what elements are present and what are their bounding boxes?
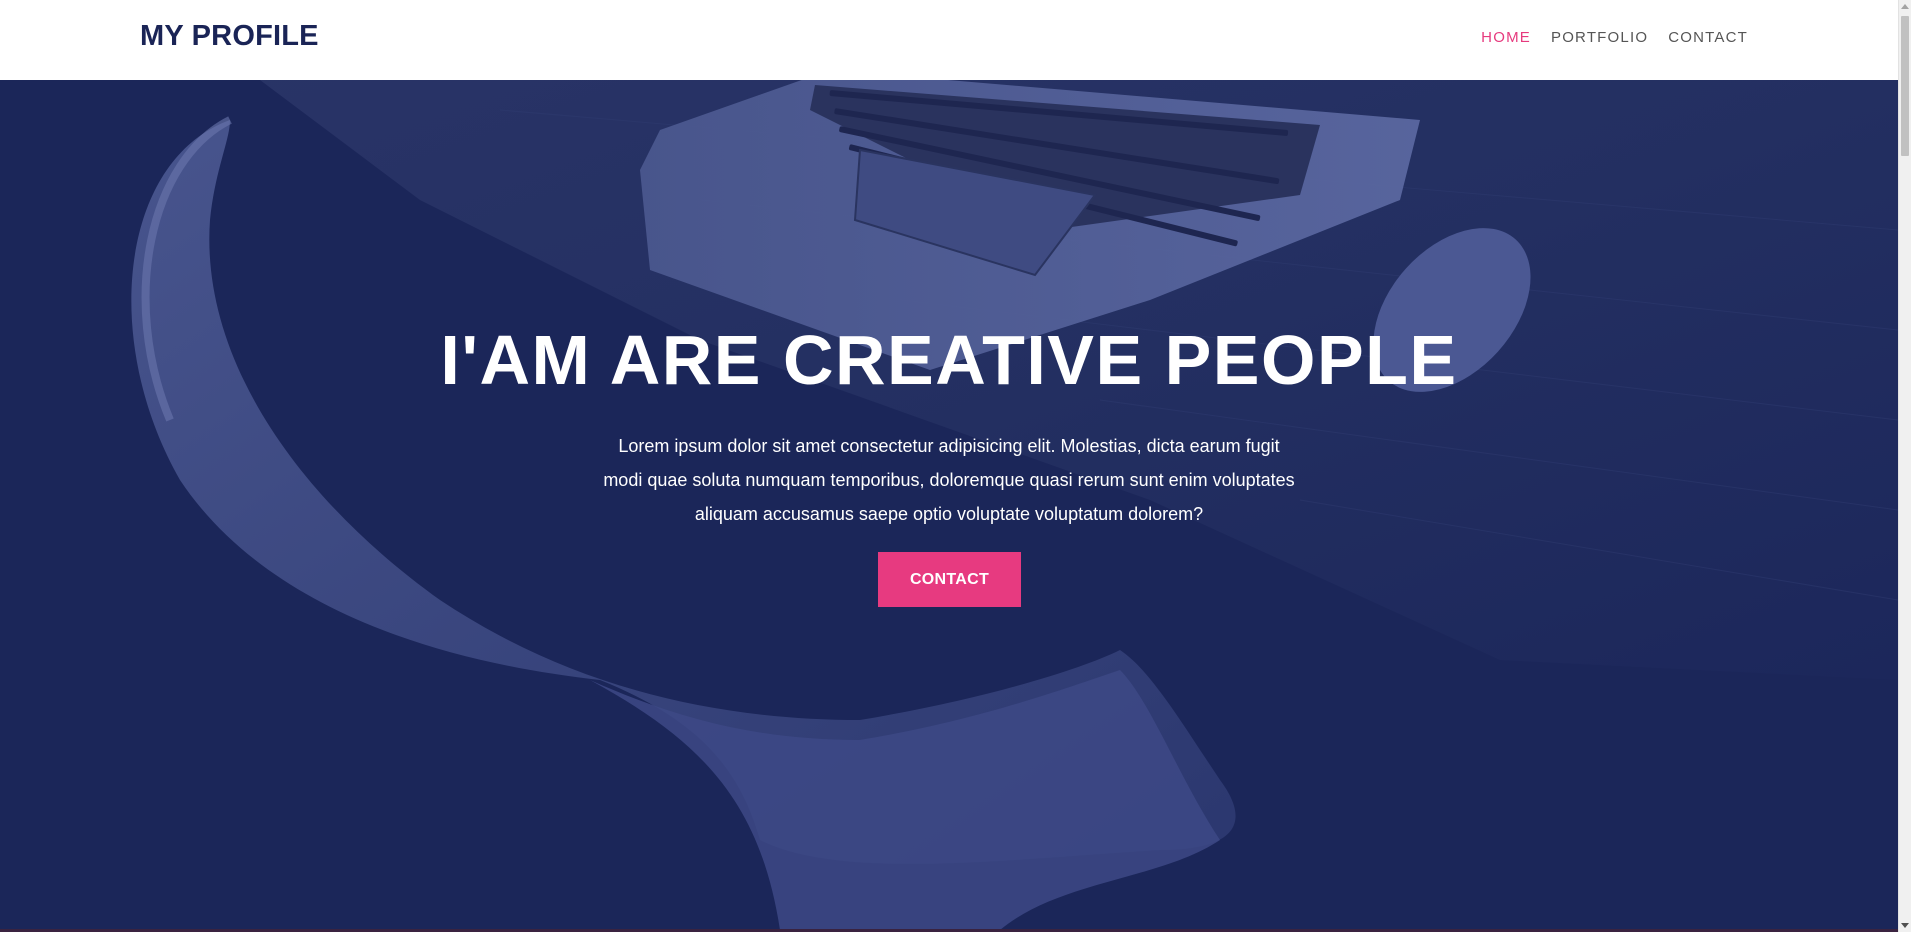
scroll-down-icon[interactable] — [1901, 923, 1909, 928]
hero-description: Lorem ipsum dolor sit amet consectetur a… — [603, 436, 1295, 524]
scroll-up-icon[interactable] — [1901, 4, 1909, 9]
nav-home-link[interactable]: HOME — [1481, 29, 1531, 46]
nav-contact-link[interactable]: CONTACT — [1668, 29, 1748, 46]
navbar: MY PROFILE HOME PORTFOLIO CONTACT — [0, 0, 1898, 80]
hero-title: I'AM ARE CREATIVE PEOPLE — [440, 321, 1458, 399]
scroll-thumb[interactable] — [1901, 16, 1909, 156]
hero-section: I'AM ARE CREATIVE PEOPLE Lorem ipsum dol… — [0, 80, 1898, 930]
contact-button[interactable]: CONTACT — [878, 552, 1021, 607]
page-scrollbar[interactable] — [1898, 0, 1911, 932]
nav-portfolio-link[interactable]: PORTFOLIO — [1551, 29, 1648, 46]
brand-logo[interactable]: MY PROFILE — [140, 20, 319, 53]
nav-menu: HOME PORTFOLIO CONTACT — [1481, 29, 1748, 46]
